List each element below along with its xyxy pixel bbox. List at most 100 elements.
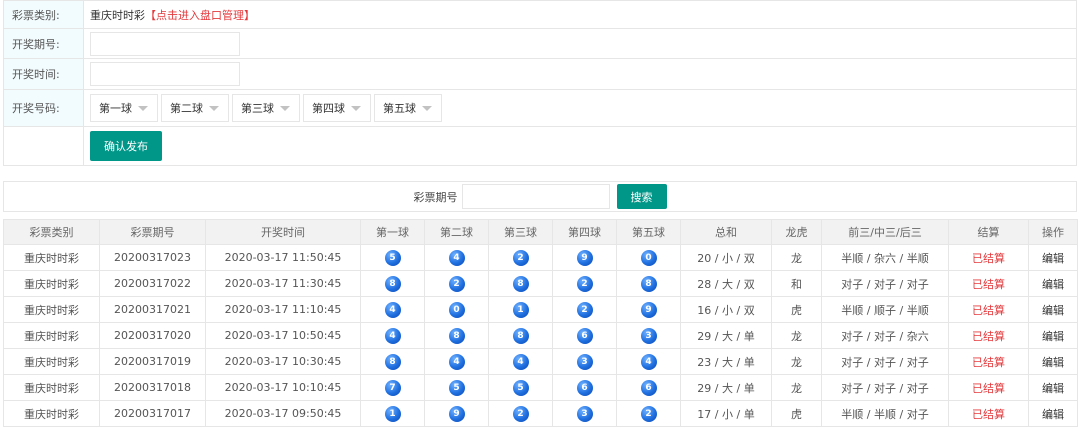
ball: 2 bbox=[512, 249, 529, 266]
column-header: 第三球 bbox=[488, 219, 553, 245]
chevron-down-icon bbox=[138, 105, 148, 111]
edit-link[interactable]: 编辑 bbox=[1042, 278, 1064, 291]
cell-dragon-tiger: 龙 bbox=[791, 329, 802, 343]
table-row: 重庆时时彩 20200317023 2020-03-17 11:50:45 5 4 2 9 0… bbox=[3, 244, 1078, 271]
cell-category: 重庆时时彩 bbox=[24, 329, 79, 343]
cell-sum: 29 / 大 / 单 bbox=[697, 329, 755, 343]
edit-link[interactable]: 编辑 bbox=[1042, 304, 1064, 317]
column-header: 第二球 bbox=[424, 219, 489, 245]
ball-1-select[interactable]: 第一球 bbox=[90, 94, 158, 122]
cell-sum: 20 / 小 / 双 bbox=[697, 251, 755, 265]
column-header: 操作 bbox=[1028, 219, 1078, 245]
ball: 2 bbox=[512, 405, 529, 422]
edit-link[interactable]: 编辑 bbox=[1042, 252, 1064, 265]
chevron-down-icon bbox=[209, 105, 219, 111]
ball-2-select[interactable]: 第二球 bbox=[161, 94, 229, 122]
column-header: 彩票期号 bbox=[99, 219, 206, 245]
ball: 3 bbox=[576, 353, 593, 370]
ball: 5 bbox=[384, 249, 401, 266]
cell-category: 重庆时时彩 bbox=[24, 355, 79, 369]
chevron-down-icon bbox=[351, 105, 361, 111]
edit-link[interactable]: 编辑 bbox=[1042, 408, 1064, 421]
table-row: 重庆时时彩 20200317021 2020-03-17 11:10:45 4 0 1 2 9… bbox=[3, 296, 1078, 323]
cell-dragon-tiger: 龙 bbox=[791, 381, 802, 395]
ball-4-select[interactable]: 第四球 bbox=[303, 94, 371, 122]
ball: 8 bbox=[512, 275, 529, 292]
category-label: 彩票类别: bbox=[4, 1, 84, 28]
cell-status: 已结算 bbox=[972, 381, 1005, 395]
results-table: 彩票类别 彩票期号 开奖时间 第一球 第二球 第三球 第四球 第五球 总和 龙虎… bbox=[3, 219, 1078, 427]
column-header: 第四球 bbox=[552, 219, 617, 245]
time-row: 开奖时间: bbox=[4, 59, 1076, 90]
edit-link[interactable]: 编辑 bbox=[1042, 382, 1064, 395]
cell-sum: 23 / 大 / 单 bbox=[697, 355, 755, 369]
ball: 4 bbox=[448, 249, 465, 266]
cell-dragon-tiger: 和 bbox=[791, 277, 802, 291]
ball: 8 bbox=[640, 275, 657, 292]
cell-status: 已结算 bbox=[972, 407, 1005, 421]
cell-time: 2020-03-17 11:50:45 bbox=[224, 251, 342, 264]
cell-category: 重庆时时彩 bbox=[24, 277, 79, 291]
edit-link[interactable]: 编辑 bbox=[1042, 356, 1064, 369]
column-header: 第五球 bbox=[616, 219, 681, 245]
search-button[interactable]: 搜索 bbox=[616, 184, 667, 209]
time-label: 开奖时间: bbox=[4, 59, 84, 89]
time-input[interactable] bbox=[90, 62, 240, 86]
cell-issue: 20200317021 bbox=[114, 303, 191, 316]
column-header: 龙虎 bbox=[771, 219, 822, 245]
cell-status: 已结算 bbox=[972, 251, 1005, 265]
cell-issue: 20200317020 bbox=[114, 329, 191, 342]
ball: 8 bbox=[512, 327, 529, 344]
confirm-publish-button[interactable]: 确认发布 bbox=[90, 131, 162, 161]
cell-category: 重庆时时彩 bbox=[24, 303, 79, 317]
edit-link[interactable]: 编辑 bbox=[1042, 330, 1064, 343]
column-header: 开奖时间 bbox=[205, 219, 361, 245]
ball-5-select[interactable]: 第五球 bbox=[374, 94, 442, 122]
ball: 4 bbox=[512, 353, 529, 370]
column-header: 第一球 bbox=[360, 219, 425, 245]
table-row: 重庆时时彩 20200317017 2020-03-17 09:50:45 1 9 2 3 2… bbox=[3, 400, 1078, 427]
cell-time: 2020-03-17 10:30:45 bbox=[224, 355, 342, 368]
ball: 9 bbox=[640, 301, 657, 318]
cell-issue: 20200317018 bbox=[114, 381, 191, 394]
cell-time: 2020-03-17 10:50:45 bbox=[224, 329, 342, 342]
cell-pattern: 对子 / 对子 / 杂六 bbox=[841, 329, 929, 343]
cell-pattern: 对子 / 对子 / 对子 bbox=[841, 355, 929, 369]
ball: 3 bbox=[576, 405, 593, 422]
ball: 9 bbox=[576, 249, 593, 266]
ball-3-select[interactable]: 第三球 bbox=[232, 94, 300, 122]
cell-dragon-tiger: 龙 bbox=[791, 355, 802, 369]
numbers-row: 开奖号码: 第一球 第二球 第三球 第四球 第五球 bbox=[4, 90, 1076, 127]
ball: 2 bbox=[576, 301, 593, 318]
cell-pattern: 半顺 / 半顺 / 对子 bbox=[841, 407, 929, 421]
column-header: 总和 bbox=[680, 219, 772, 245]
cell-time: 2020-03-17 11:10:45 bbox=[224, 303, 342, 316]
cell-pattern: 对子 / 对子 / 对子 bbox=[841, 381, 929, 395]
chevron-down-icon bbox=[422, 105, 432, 111]
market-management-link[interactable]: 【点击进入盘口管理】 bbox=[145, 7, 255, 23]
cell-pattern: 对子 / 对子 / 对子 bbox=[841, 277, 929, 291]
ball: 0 bbox=[640, 249, 657, 266]
ball: 5 bbox=[512, 379, 529, 396]
ball: 6 bbox=[576, 327, 593, 344]
ball: 2 bbox=[448, 275, 465, 292]
cell-pattern: 半顺 / 杂六 / 半顺 bbox=[841, 251, 929, 265]
publish-form: 彩票类别: 重庆时时彩 【点击进入盘口管理】 开奖期号: 开奖时间: 开奖号码:… bbox=[3, 0, 1077, 166]
cell-dragon-tiger: 龙 bbox=[791, 251, 802, 265]
cell-status: 已结算 bbox=[972, 303, 1005, 317]
cell-time: 2020-03-17 11:30:45 bbox=[224, 277, 342, 290]
ball: 2 bbox=[640, 405, 657, 422]
issue-row: 开奖期号: bbox=[4, 29, 1076, 59]
column-header: 结算 bbox=[948, 219, 1029, 245]
ball: 3 bbox=[640, 327, 657, 344]
table-row: 重庆时时彩 20200317020 2020-03-17 10:50:45 4 8 8 6 3… bbox=[3, 322, 1078, 349]
submit-row: 确认发布 bbox=[4, 127, 1076, 165]
cell-issue: 20200317019 bbox=[114, 355, 191, 368]
search-input[interactable] bbox=[461, 184, 610, 209]
cell-time: 2020-03-17 09:50:45 bbox=[224, 407, 342, 420]
issue-input[interactable] bbox=[90, 31, 240, 56]
ball: 1 bbox=[384, 405, 401, 422]
cell-category: 重庆时时彩 bbox=[24, 381, 79, 395]
cell-status: 已结算 bbox=[972, 355, 1005, 369]
table-row: 重庆时时彩 20200317019 2020-03-17 10:30:45 8 4 4 3 4… bbox=[3, 348, 1078, 375]
